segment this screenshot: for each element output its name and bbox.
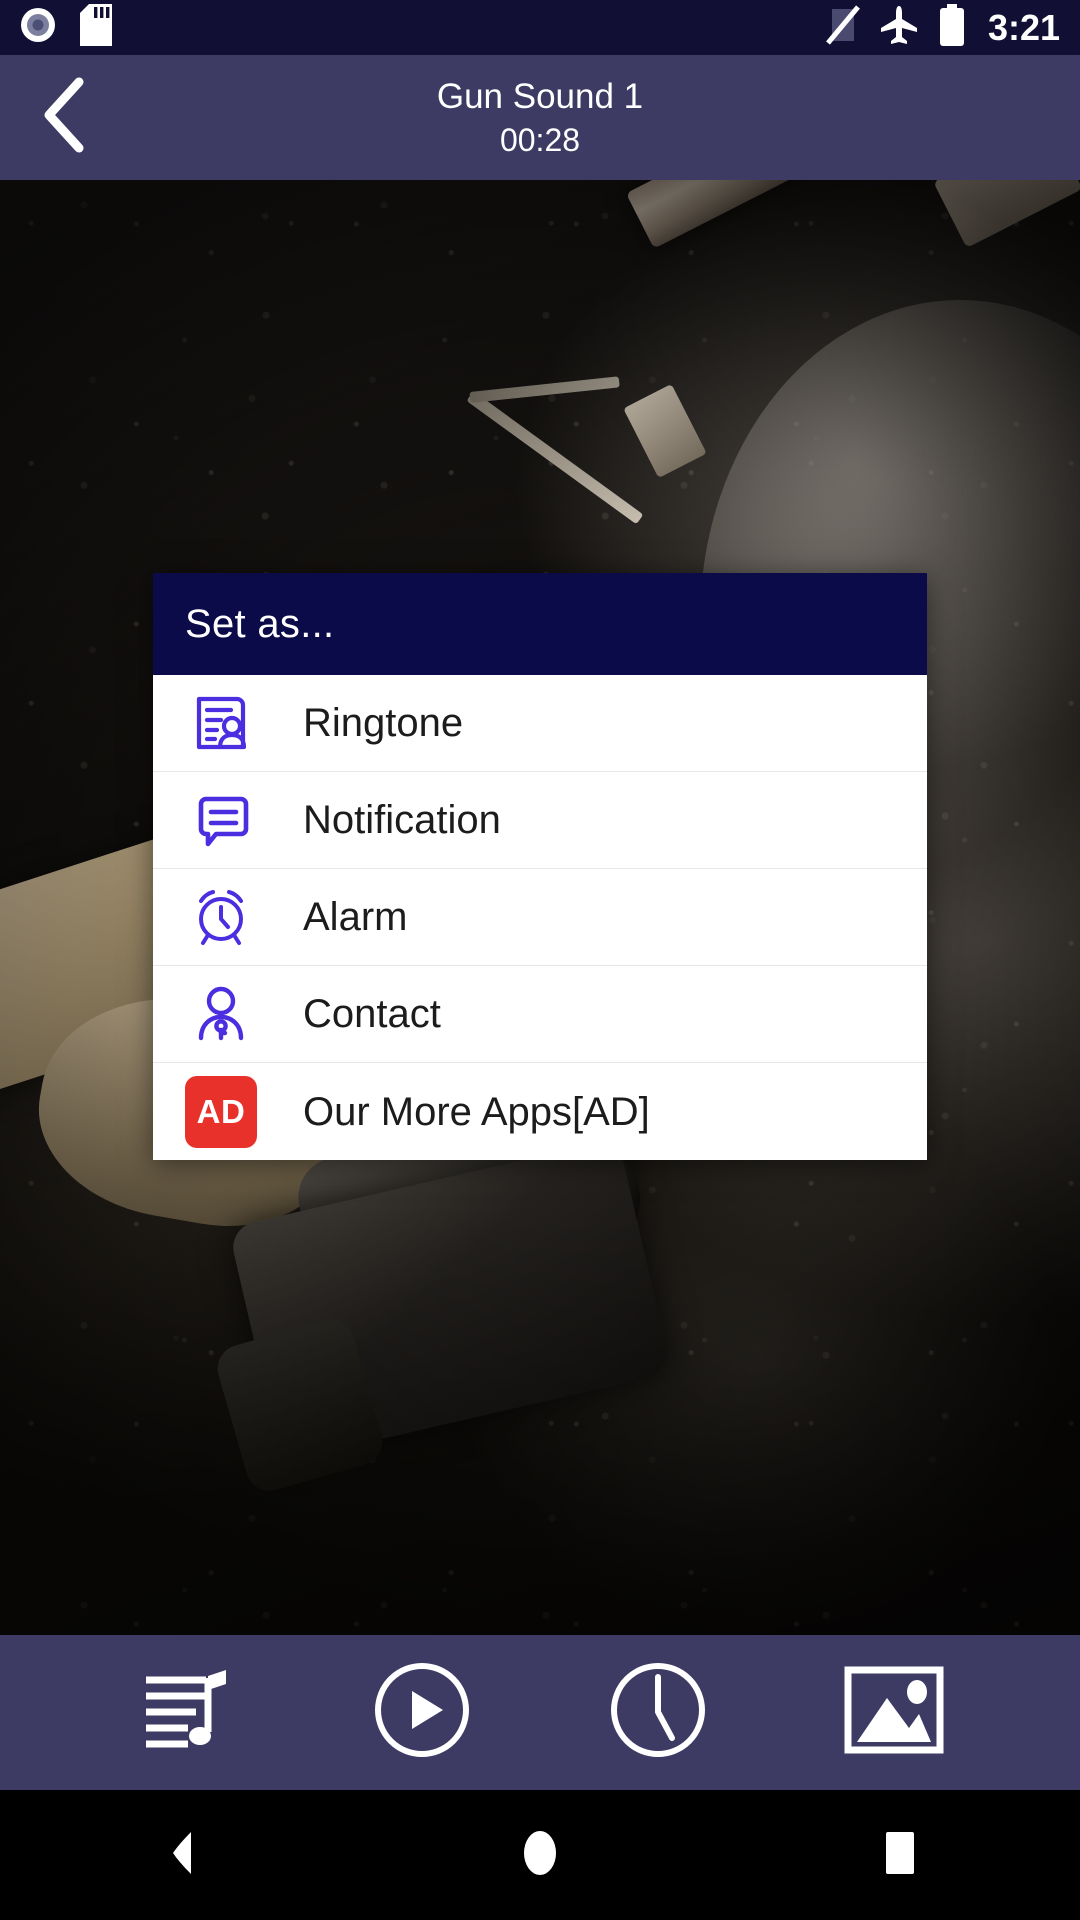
contact-person-icon bbox=[185, 978, 257, 1050]
menu-item-notification[interactable]: Notification bbox=[153, 772, 927, 869]
menu-item-label: Ringtone bbox=[303, 701, 464, 745]
android-back-button[interactable] bbox=[100, 1790, 260, 1920]
airplane-mode-icon bbox=[878, 4, 920, 51]
dialog-header: Set as... bbox=[153, 573, 927, 675]
menu-item-our-more-apps[interactable]: AD Our More Apps[AD] bbox=[153, 1063, 927, 1160]
timer-button[interactable] bbox=[598, 1658, 718, 1768]
menu-item-label: Our More Apps[AD] bbox=[303, 1089, 650, 1134]
alarm-clock-icon bbox=[185, 881, 257, 953]
dialog-title: Set as... bbox=[185, 601, 335, 646]
app-bar-titles: Gun Sound 1 00:28 bbox=[0, 55, 1080, 180]
ringtone-contact-card-icon bbox=[185, 687, 257, 759]
track-duration: 00:28 bbox=[499, 121, 581, 158]
wallpaper-button[interactable] bbox=[834, 1658, 954, 1768]
menu-item-label: Contact bbox=[303, 992, 441, 1036]
menu-item-ringtone[interactable]: Ringtone bbox=[153, 675, 927, 772]
phone-screen: 3:21 Gun Sound 1 00:28 Set as... Rington… bbox=[0, 0, 1080, 1920]
menu-item-label: Alarm bbox=[303, 895, 408, 939]
playlist-button[interactable] bbox=[126, 1658, 246, 1768]
clock-icon bbox=[608, 1660, 708, 1765]
playlist-music-icon bbox=[134, 1658, 238, 1767]
ad-badge-text: AD bbox=[185, 1075, 257, 1148]
app-bar: Gun Sound 1 00:28 bbox=[0, 55, 1080, 180]
status-bar: 3:21 bbox=[0, 0, 1080, 55]
status-bar-left-icons bbox=[18, 4, 112, 51]
android-home-button[interactable] bbox=[460, 1790, 620, 1920]
menu-item-contact[interactable]: Contact bbox=[153, 966, 927, 1063]
status-bar-right-icons: 3:21 bbox=[826, 4, 1060, 51]
android-back-icon bbox=[153, 1826, 207, 1885]
status-bar-clock: 3:21 bbox=[987, 6, 1060, 48]
ad-badge-icon: AD bbox=[185, 1075, 257, 1148]
set-as-dialog: Set as... Ringtone Notification Alarm Co… bbox=[153, 573, 927, 1160]
menu-item-alarm[interactable]: Alarm bbox=[153, 869, 927, 966]
page-title: Gun Sound 1 bbox=[436, 76, 644, 116]
android-navigation-bar bbox=[0, 1790, 1080, 1920]
back-button[interactable] bbox=[0, 55, 130, 180]
notification-speech-bubble-icon bbox=[185, 784, 257, 856]
android-home-icon bbox=[514, 1825, 566, 1886]
image-gallery-icon bbox=[843, 1664, 945, 1761]
android-recents-icon bbox=[878, 1827, 922, 1884]
screen-recorder-icon bbox=[18, 5, 58, 50]
signal-off-icon bbox=[826, 5, 860, 50]
chevron-left-icon bbox=[37, 76, 93, 159]
play-circle-icon bbox=[372, 1660, 472, 1765]
android-recents-button[interactable] bbox=[820, 1790, 980, 1920]
play-button[interactable] bbox=[362, 1658, 482, 1768]
sd-card-icon bbox=[80, 4, 112, 51]
battery-full-icon bbox=[938, 4, 966, 51]
menu-item-label: Notification bbox=[303, 798, 501, 842]
bottom-toolbar bbox=[0, 1635, 1080, 1790]
